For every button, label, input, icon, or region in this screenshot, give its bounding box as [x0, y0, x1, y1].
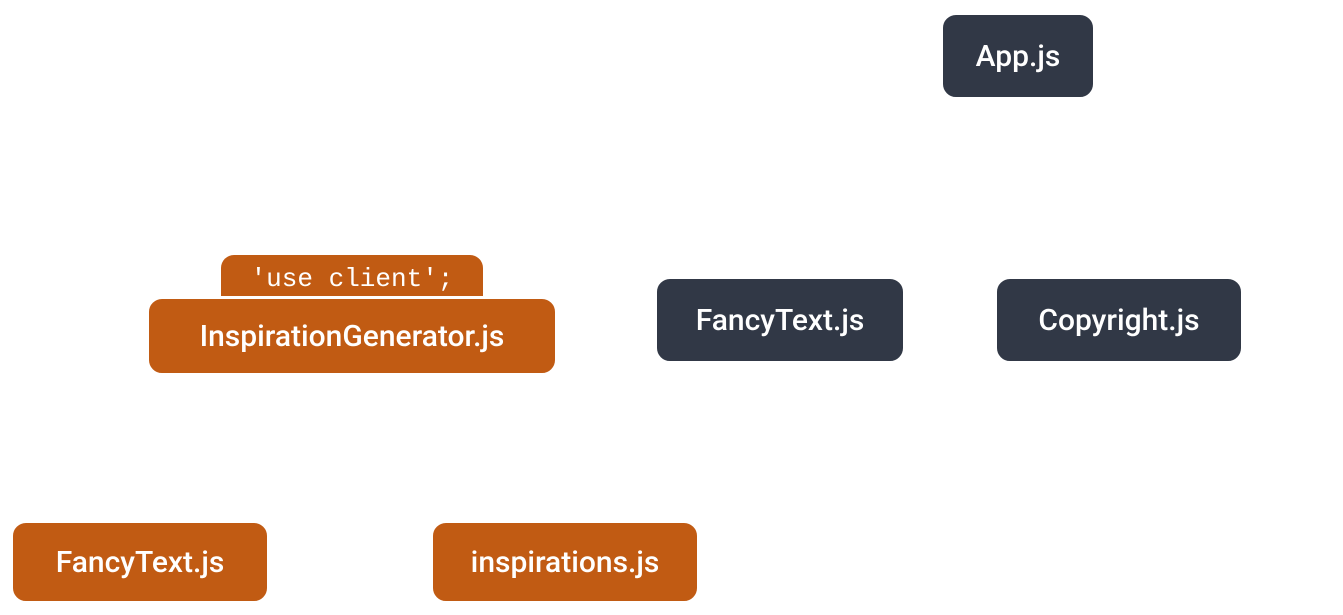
node-inspirations-label: inspirations.js	[471, 545, 660, 580]
node-inspirations: inspirations.js	[430, 520, 700, 604]
node-fancytext-client: FancyText.js	[10, 520, 270, 604]
node-inspiration-generator-label: InspirationGenerator.js	[200, 319, 505, 354]
node-fancytext-client-label: FancyText.js	[56, 545, 225, 580]
node-app: App.js	[940, 12, 1096, 100]
directive-use-client-text: 'use client';	[251, 264, 454, 294]
directive-use-client: 'use client';	[218, 252, 486, 302]
edge-label-app-to-inspiration: imports	[470, 122, 546, 147]
node-inspiration-generator: InspirationGenerator.js	[146, 296, 558, 376]
node-copyright: Copyright.js	[994, 276, 1244, 364]
node-fancytext-server-label: FancyText.js	[696, 303, 865, 338]
module-tree-diagram: imports imports imports imports App.js '…	[0, 0, 1343, 615]
node-fancytext-server: FancyText.js	[654, 276, 906, 364]
edge-label-ig-to-fancytext: imports	[172, 398, 248, 423]
node-app-label: App.js	[976, 39, 1061, 74]
edge-label-ig-to-inspirations: imports	[420, 398, 496, 423]
edge-label-app-to-copyright: imports	[1170, 122, 1246, 147]
node-copyright-label: Copyright.js	[1038, 303, 1199, 338]
